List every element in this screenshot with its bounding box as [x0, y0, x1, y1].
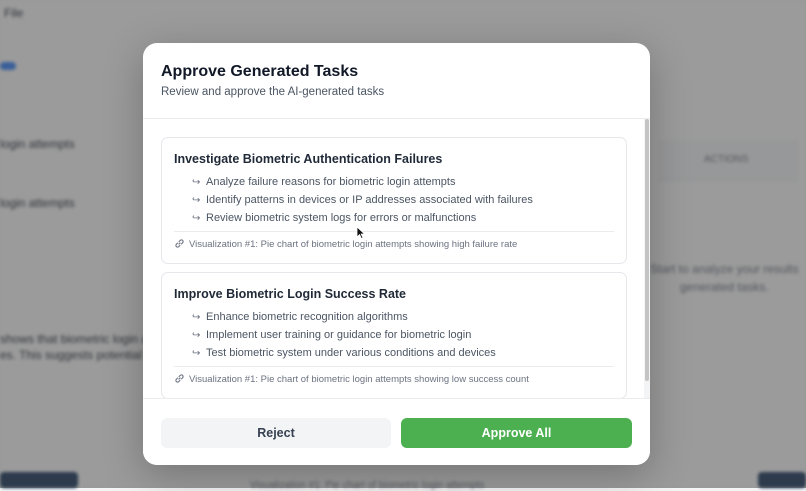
task-list[interactable]: Investigate Biometric Authentication Fai…: [143, 119, 650, 398]
divider: [174, 231, 614, 232]
subtask-item: ↪ Identify patterns in devices or IP addr…: [192, 194, 533, 206]
subtask-label: Test biometric system under various cond…: [206, 347, 496, 359]
visualization-label: Visualization #1: Pie chart of biometric…: [189, 239, 518, 250]
task-title: Improve Biometric Login Success Rate: [174, 287, 407, 301]
task-title: Investigate Biometric Authentication Fai…: [174, 152, 443, 166]
visualization-reference: Visualization #1: Pie chart of biometric…: [174, 373, 529, 385]
link-icon: [175, 374, 184, 383]
divider: [174, 366, 614, 367]
subtask-item: ↪ Implement user training or guidance for…: [192, 329, 471, 341]
subtask-label: Enhance biometric recognition algorithms: [206, 311, 408, 323]
task-card: Improve Biometric Login Success Rate ↪ En…: [161, 272, 627, 398]
modal-header: Approve Generated Tasks Review and appro…: [143, 43, 650, 119]
subtask-label: Review biometric system logs for errors …: [206, 212, 477, 224]
return-arrow-icon: ↪: [192, 213, 201, 224]
visualization-reference: Visualization #1: Pie chart of biometric…: [174, 238, 517, 250]
return-arrow-icon: ↪: [192, 177, 201, 188]
modal-subtitle: Review and approve the AI-generated task…: [161, 86, 385, 98]
approve-tasks-modal: Approve Generated Tasks Review and appro…: [143, 43, 650, 465]
return-arrow-icon: ↪: [192, 348, 201, 359]
scrollbar-thumb[interactable]: [645, 119, 649, 381]
mouse-cursor-icon: [356, 226, 366, 240]
approve-all-button[interactable]: Approve All: [401, 418, 632, 448]
subtask-item: ↪ Review biometric system logs for errors…: [192, 212, 476, 224]
reject-button[interactable]: Reject: [161, 418, 391, 448]
subtask-label: Implement user training or guidance for …: [206, 329, 472, 341]
subtask-label: Identify patterns in devices or IP addre…: [206, 194, 533, 206]
link-icon: [175, 239, 184, 248]
return-arrow-icon: ↪: [192, 330, 201, 341]
subtask-item: ↪ Test biometric system under various con…: [192, 347, 496, 359]
modal-title: Approve Generated Tasks: [161, 63, 359, 80]
subtask-item: ↪ Enhance biometric recognition algorithm…: [192, 311, 408, 323]
subtask-label: Analyze failure reasons for biometric lo…: [206, 176, 456, 188]
subtask-item: ↪ Analyze failure reasons for biometric l…: [192, 176, 455, 188]
visualization-label: Visualization #1: Pie chart of biometric…: [189, 374, 529, 385]
return-arrow-icon: ↪: [192, 312, 201, 323]
task-card: Investigate Biometric Authentication Fai…: [161, 137, 627, 264]
modal-footer: Reject Approve All: [143, 398, 650, 465]
return-arrow-icon: ↪: [192, 195, 201, 206]
